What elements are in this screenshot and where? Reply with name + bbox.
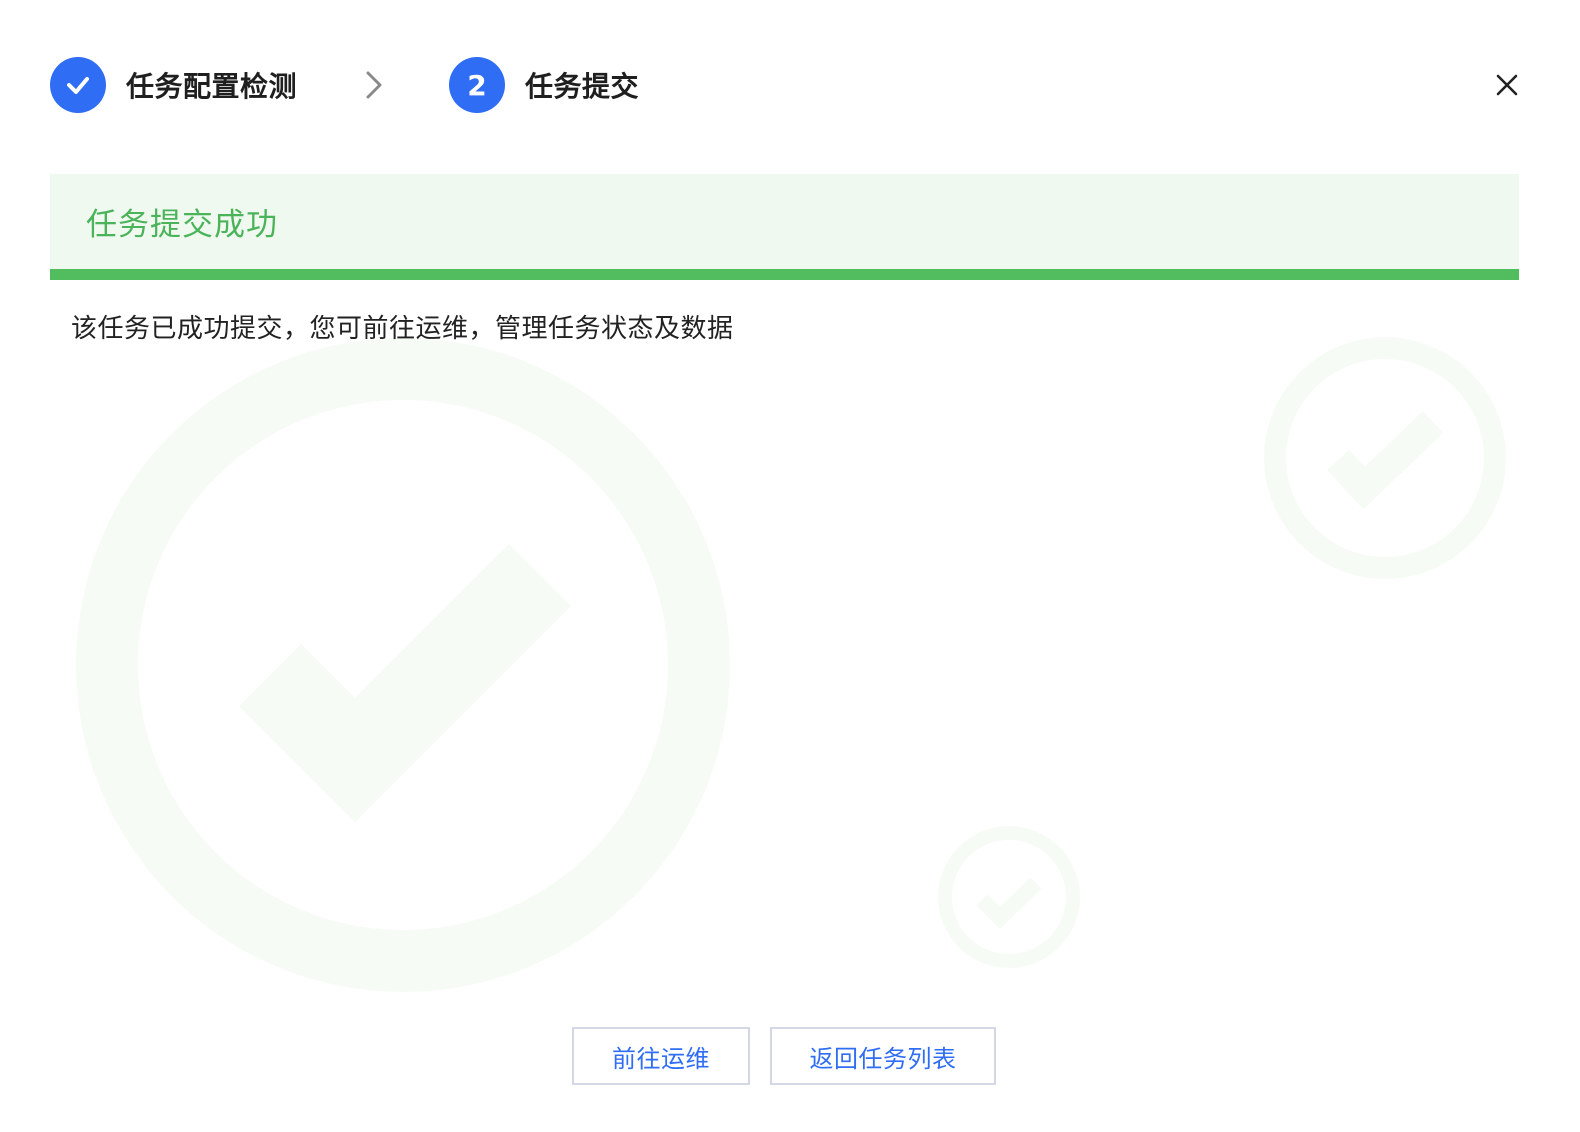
go-to-ops-button[interactable]: 前往运维 [572, 1027, 750, 1085]
stepper: 任务配置检测 2 任务提交 [50, 57, 639, 113]
chevron-right-icon [359, 70, 389, 100]
step-number-circle: 2 [449, 57, 506, 113]
step-done-circle [50, 57, 106, 113]
step-config-check: 任务配置检测 [50, 57, 297, 113]
success-title: 任务提交成功 [86, 207, 278, 243]
step-label: 任务配置检测 [126, 70, 298, 103]
watermark-small-check-icon [938, 826, 1080, 968]
back-to-task-list-button[interactable]: 返回任务列表 [770, 1027, 996, 1085]
close-icon [1496, 74, 1518, 96]
success-bar [50, 269, 1519, 280]
check-icon [67, 77, 89, 94]
watermark-large-check-icon [76, 338, 730, 992]
step-submit: 2 任务提交 [449, 57, 639, 113]
close-button[interactable] [1492, 70, 1522, 100]
success-banner: 任务提交成功 [50, 174, 1519, 269]
task-submit-dialog: 任务配置检测 2 任务提交 任务提交成功 该任务已成功提交，您可前往运维，管理任… [0, 0, 1580, 1132]
watermark-medium-check-icon [1264, 337, 1506, 579]
success-description: 该任务已成功提交，您可前往运维，管理任务状态及数据 [71, 314, 734, 344]
success-watermark [76, 337, 1506, 992]
step-label: 任务提交 [525, 70, 640, 103]
